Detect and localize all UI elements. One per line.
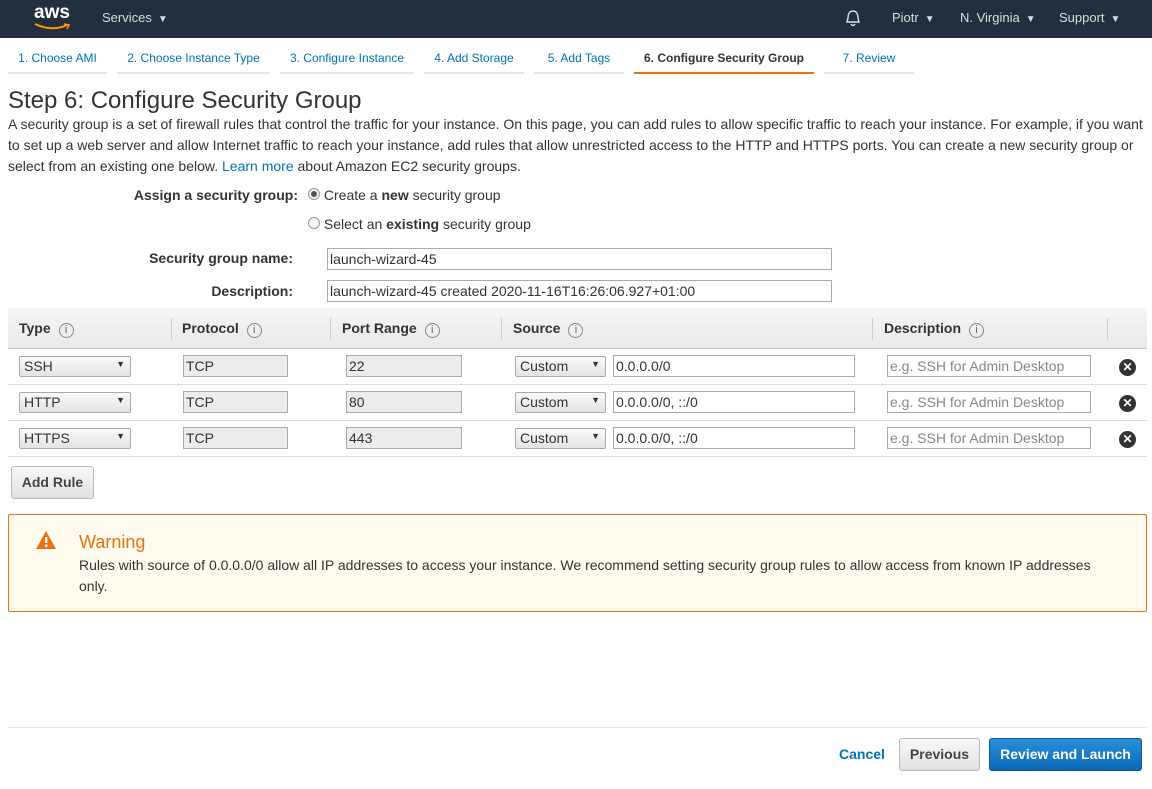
type-select[interactable]: HTTP ▼ — [19, 392, 131, 413]
step-choose-ami[interactable]: 1. Choose AMI — [8, 44, 107, 74]
radio-text-bold: new — [381, 187, 409, 203]
support-label: Support — [1059, 10, 1105, 25]
port-range-field: 22 — [346, 355, 462, 377]
step-configure-security-group[interactable]: 6. Configure Security Group — [634, 44, 814, 74]
protocol-field: TCP — [183, 355, 288, 377]
rule-description-input[interactable]: e.g. SSH for Admin Desktop — [887, 427, 1091, 449]
warning-text: Rules with source of 0.0.0.0/0 allow all… — [79, 557, 1091, 594]
type-select[interactable]: HTTPS ▼ — [19, 428, 131, 449]
radio-text-bold: existing — [386, 216, 440, 232]
cancel-button[interactable]: Cancel — [839, 746, 885, 762]
remove-rule-icon[interactable]: ✕ — [1119, 431, 1136, 448]
radio-text: Create a — [323, 187, 382, 203]
header-source: Source i — [513, 320, 584, 338]
source-select[interactable]: Custom ▼ — [515, 392, 606, 413]
radio-text: security group — [439, 216, 531, 232]
footer-divider — [8, 727, 1147, 728]
services-label: Services — [102, 10, 152, 25]
sg-name-label: Security group name: — [149, 250, 293, 266]
info-icon[interactable]: i — [58, 323, 74, 338]
services-menu[interactable]: Services ▼ — [102, 10, 168, 25]
radio-text: security group — [408, 187, 501, 203]
radio-button-selected[interactable] — [308, 188, 320, 200]
protocol-field: TCP — [183, 391, 288, 413]
radio-text: Select an — [323, 216, 387, 232]
step-add-storage[interactable]: 4. Add Storage — [424, 44, 524, 74]
sg-description-input[interactable] — [327, 280, 832, 302]
source-select[interactable]: Custom ▼ — [515, 428, 606, 449]
remove-rule-icon[interactable]: ✕ — [1119, 359, 1136, 376]
region-label: N. Virginia — [960, 10, 1020, 25]
bell-icon[interactable] — [844, 9, 862, 28]
info-icon[interactable]: i — [568, 323, 584, 338]
header-protocol: Protocol i — [182, 320, 262, 338]
info-icon[interactable]: i — [969, 323, 985, 338]
add-rule-button[interactable]: Add Rule — [11, 466, 94, 499]
table-row: HTTP ▼ TCP 80 Custom ▼ 0.0.0.0/0, ::/0 e.g… — [8, 385, 1147, 421]
radio-create-new[interactable]: Create a new security group — [308, 187, 501, 203]
warning-title: Warning — [79, 532, 146, 552]
intro-body: A security group is a set of firewall ru… — [8, 116, 1143, 174]
rule-description-input[interactable]: e.g. SSH for Admin Desktop — [887, 355, 1091, 377]
sg-name-input[interactable] — [327, 248, 832, 270]
step-configure-instance[interactable]: 3. Configure Instance — [280, 44, 414, 74]
aws-smile-icon — [34, 23, 70, 30]
learn-more-link[interactable]: Learn more — [222, 158, 294, 174]
step-review[interactable]: 7. Review — [824, 44, 914, 74]
radio-select-existing[interactable]: Select an existing security group — [308, 216, 531, 232]
user-label: Piotr — [892, 10, 919, 25]
intro-text: A security group is a set of firewall ru… — [8, 114, 1148, 177]
aws-logo[interactable]: aws — [34, 2, 70, 24]
header-description: Description i — [884, 320, 985, 338]
info-icon[interactable]: i — [424, 323, 440, 338]
info-icon[interactable]: i — [246, 323, 262, 338]
table-row: SSH ▼ TCP 22 Custom ▼ 0.0.0.0/0 e.g. SSH f… — [8, 349, 1147, 385]
user-menu[interactable]: Piotr ▼ — [892, 10, 935, 25]
assign-label: Assign a security group: — [133, 187, 298, 203]
type-select[interactable]: SSH ▼ — [19, 356, 131, 377]
port-range-field: 443 — [346, 427, 462, 449]
sg-description-label: Description: — [211, 283, 293, 299]
source-cidr-input[interactable]: 0.0.0.0/0, ::/0 — [613, 427, 855, 449]
page-title: Step 6: Configure Security Group — [8, 87, 362, 114]
rule-description-input[interactable]: e.g. SSH for Admin Desktop — [887, 391, 1091, 413]
top-nav-bar: aws Services ▼ Piotr ▼ N. Virginia ▼ Suppor… — [0, 0, 1152, 38]
remove-rule-icon[interactable]: ✕ — [1119, 395, 1136, 412]
table-row: HTTPS ▼ TCP 443 Custom ▼ 0.0.0.0/0, ::/0 e… — [8, 421, 1147, 457]
region-menu[interactable]: N. Virginia ▼ — [960, 10, 1036, 25]
radio-button[interactable] — [308, 217, 320, 229]
warning-icon — [36, 531, 56, 549]
port-range-field: 80 — [346, 391, 462, 413]
header-type: Type i — [19, 320, 74, 338]
review-and-launch-button[interactable]: Review and Launch — [989, 738, 1142, 771]
protocol-field: TCP — [183, 427, 288, 449]
rules-table-header: Type i Protocol i Port Range i Source i Desc… — [8, 308, 1147, 349]
source-cidr-input[interactable]: 0.0.0.0/0, ::/0 — [613, 391, 855, 413]
header-port-range: Port Range i — [342, 320, 440, 338]
step-choose-instance-type[interactable]: 2. Choose Instance Type — [117, 44, 270, 74]
step-add-tags[interactable]: 5. Add Tags — [534, 44, 624, 74]
support-menu[interactable]: Support ▼ — [1059, 10, 1120, 25]
previous-button[interactable]: Previous — [899, 738, 980, 771]
source-select[interactable]: Custom ▼ — [515, 356, 606, 377]
source-cidr-input[interactable]: 0.0.0.0/0 — [613, 355, 855, 377]
intro-tail: about Amazon EC2 security groups. — [297, 158, 521, 174]
warning-box: Warning Rules with source of 0.0.0.0/0 a… — [8, 514, 1147, 612]
